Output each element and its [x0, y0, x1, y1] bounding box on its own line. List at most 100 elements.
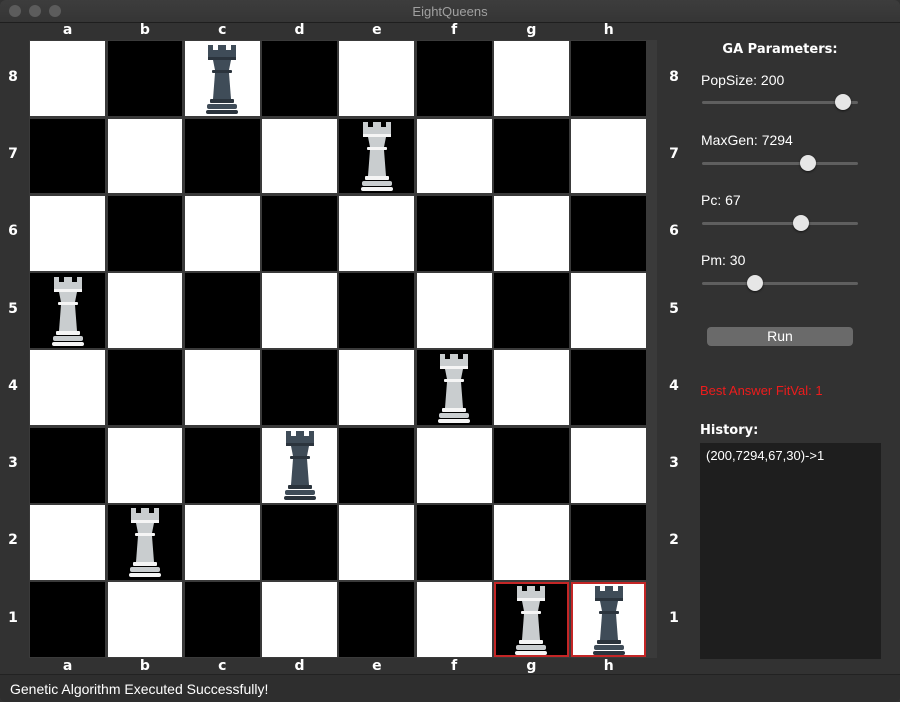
board-square-b7[interactable] — [107, 118, 183, 194]
rook-icon[interactable] — [592, 584, 626, 656]
board-square-a1[interactable] — [30, 582, 106, 658]
board-square-b6[interactable] — [107, 195, 183, 271]
rook-icon[interactable] — [128, 506, 162, 578]
best-answer-text: Best Answer FitVal: 1 — [700, 383, 823, 398]
rank-label-left: 4 — [8, 377, 18, 394]
board-square-c2[interactable] — [184, 505, 260, 580]
file-label-bottom: d — [294, 658, 305, 674]
popsize-label: PopSize: 200 — [701, 72, 785, 88]
board-square-c3[interactable] — [184, 427, 260, 503]
board-square-h4[interactable] — [571, 350, 647, 426]
slider-knob[interactable] — [800, 155, 816, 171]
board-square-a3[interactable] — [30, 427, 106, 503]
board-square-f5[interactable] — [416, 273, 492, 348]
board-square-c1[interactable] — [184, 582, 260, 658]
board-square-a7[interactable] — [30, 118, 106, 194]
board-square-f8[interactable] — [416, 41, 492, 117]
board-square-f4[interactable] — [416, 350, 492, 426]
board-square-b8[interactable] — [107, 41, 183, 117]
rook-icon[interactable] — [283, 429, 317, 501]
board-square-b3[interactable] — [107, 427, 183, 503]
board-square-a6[interactable] — [30, 195, 106, 271]
file-label-bottom: f — [451, 658, 458, 674]
status-text: Genetic Algorithm Executed Successfully! — [10, 681, 269, 697]
board-square-h1[interactable] — [571, 582, 647, 658]
board-square-e7[interactable] — [339, 118, 415, 194]
board-square-c6[interactable] — [184, 195, 260, 271]
board-square-f3[interactable] — [416, 427, 492, 503]
board-square-g1[interactable] — [494, 582, 569, 658]
slider-knob[interactable] — [793, 215, 809, 231]
rook-icon[interactable] — [437, 352, 471, 424]
pc-label: Pc: 67 — [701, 192, 741, 208]
board-square-b5[interactable] — [107, 273, 183, 348]
board-square-e6[interactable] — [339, 195, 415, 271]
board-square-e3[interactable] — [339, 427, 415, 503]
maxgen-slider[interactable] — [702, 153, 858, 173]
board-square-h7[interactable] — [571, 118, 647, 194]
board-square-b2[interactable] — [107, 505, 183, 580]
board-square-g3[interactable] — [494, 427, 569, 503]
file-label-bottom: a — [62, 658, 73, 674]
history-item[interactable]: (200,7294,67,30)->1 — [706, 448, 824, 463]
board-square-h6[interactable] — [571, 195, 647, 271]
board-square-g2[interactable] — [494, 505, 569, 580]
popsize-slider[interactable] — [702, 92, 858, 112]
board-square-h2[interactable] — [571, 505, 647, 580]
board-square-d3[interactable] — [262, 427, 337, 503]
board-square-h3[interactable] — [571, 427, 647, 503]
file-label-bottom: g — [526, 658, 537, 674]
board-square-h5[interactable] — [571, 273, 647, 348]
board-square-e4[interactable] — [339, 350, 415, 426]
board-square-d1[interactable] — [262, 582, 337, 658]
board-square-g7[interactable] — [494, 118, 569, 194]
board-square-b4[interactable] — [107, 350, 183, 426]
pc-slider[interactable] — [702, 213, 858, 233]
board-square-a4[interactable] — [30, 350, 106, 426]
board-square-f1[interactable] — [416, 582, 492, 658]
file-label-top: b — [139, 22, 150, 38]
board-square-a2[interactable] — [30, 505, 106, 580]
board-square-c5[interactable] — [184, 273, 260, 348]
board-square-d7[interactable] — [262, 118, 337, 194]
pm-slider[interactable] — [702, 273, 858, 293]
board-square-e1[interactable] — [339, 582, 415, 658]
board-square-f7[interactable] — [416, 118, 492, 194]
file-label-bottom: b — [139, 658, 150, 674]
rank-label-left: 7 — [8, 145, 18, 162]
title-bar: EightQueens — [0, 0, 900, 23]
board-square-a5[interactable] — [30, 273, 106, 348]
slider-knob[interactable] — [835, 94, 851, 110]
board-square-g6[interactable] — [494, 195, 569, 271]
board-square-d5[interactable] — [262, 273, 337, 348]
history-list[interactable]: (200,7294,67,30)->1 — [700, 443, 881, 659]
rook-icon[interactable] — [514, 584, 548, 656]
board-square-d4[interactable] — [262, 350, 337, 426]
board-square-h8[interactable] — [571, 41, 647, 117]
file-label-bottom: h — [603, 658, 614, 674]
board-square-f2[interactable] — [416, 505, 492, 580]
board-square-b1[interactable] — [107, 582, 183, 658]
board-square-e8[interactable] — [339, 41, 415, 117]
rank-label-left: 5 — [8, 300, 18, 317]
slider-knob[interactable] — [746, 275, 763, 291]
board-square-d2[interactable] — [262, 505, 337, 580]
board-square-g8[interactable] — [494, 41, 569, 117]
board-square-e5[interactable] — [339, 273, 415, 348]
board-square-g4[interactable] — [494, 350, 569, 426]
rook-icon[interactable] — [51, 275, 85, 347]
rook-icon[interactable] — [205, 43, 239, 115]
rook-icon[interactable] — [360, 120, 394, 192]
board-square-g5[interactable] — [494, 273, 569, 348]
board-square-c7[interactable] — [184, 118, 260, 194]
board-square-e2[interactable] — [339, 505, 415, 580]
board-square-d6[interactable] — [262, 195, 337, 271]
board-square-c4[interactable] — [184, 350, 260, 426]
board-square-a8[interactable] — [30, 41, 106, 117]
board-square-c8[interactable] — [184, 41, 260, 117]
board-square-f6[interactable] — [416, 195, 492, 271]
ga-parameters-panel: GA Parameters: PopSize: 200 MaxGen: 7294… — [660, 22, 900, 674]
board-square-d8[interactable] — [262, 41, 337, 117]
run-button[interactable]: Run — [707, 327, 853, 346]
file-label-top: h — [603, 22, 614, 38]
